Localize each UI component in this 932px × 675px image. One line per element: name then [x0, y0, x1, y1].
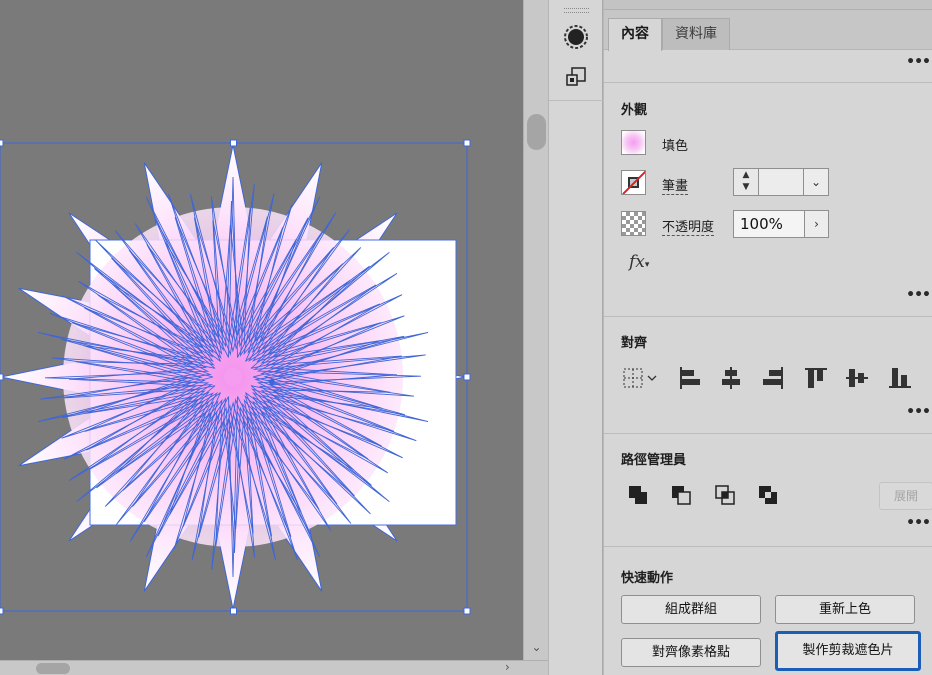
- panel-header-bar: [604, 0, 932, 10]
- grip-handle[interactable]: [564, 8, 589, 13]
- align-hcenter-icon[interactable]: [718, 365, 744, 391]
- scroll-down-arrow-icon[interactable]: ⌄: [524, 640, 549, 654]
- center-dot: [224, 368, 242, 386]
- tool-separator: [549, 100, 604, 101]
- stroke-swatch[interactable]: [621, 170, 646, 195]
- chevron-right-icon[interactable]: ›: [805, 210, 829, 238]
- artwork[interactable]: [0, 0, 523, 660]
- chevron-down-icon[interactable]: ⌄: [803, 168, 829, 196]
- recolor-button[interactable]: 重新上色: [775, 595, 915, 624]
- artboard-canvas[interactable]: [0, 0, 523, 660]
- align-to-pixel-grid-button[interactable]: 對齊像素格點: [621, 638, 761, 667]
- align-top-icon[interactable]: [803, 365, 829, 391]
- divider: [604, 82, 932, 83]
- divider: [604, 546, 932, 547]
- more-options-icon[interactable]: •••: [906, 515, 931, 531]
- center-point: [269, 379, 275, 385]
- fx-effects-icon[interactable]: fx▾: [629, 252, 649, 272]
- opacity-label[interactable]: 不透明度: [662, 216, 715, 236]
- more-options-icon[interactable]: •••: [906, 404, 931, 420]
- stroke-label[interactable]: 筆畫: [662, 175, 689, 195]
- more-options-icon[interactable]: •••: [906, 54, 931, 70]
- minus-front-icon[interactable]: [669, 483, 695, 509]
- align-right-icon[interactable]: [760, 365, 786, 391]
- make-clipping-mask-button[interactable]: 製作剪裁遮色片: [775, 631, 921, 671]
- tab-libraries[interactable]: 資料庫: [662, 18, 730, 50]
- align-left-icon[interactable]: [677, 365, 703, 391]
- vertical-scroll-thumb[interactable]: [527, 114, 546, 150]
- artboard-icon[interactable]: [560, 62, 592, 92]
- intersect-icon[interactable]: [713, 483, 739, 509]
- tab-properties[interactable]: 內容: [608, 18, 662, 51]
- quick-actions-title: 快速動作: [621, 571, 674, 586]
- tool-strip: [548, 0, 604, 675]
- align-vcenter-icon[interactable]: [844, 365, 870, 391]
- fill-swatch[interactable]: [621, 130, 646, 155]
- horizontal-scrollbar[interactable]: ›: [0, 660, 548, 675]
- unite-icon[interactable]: [626, 483, 652, 509]
- vertical-scrollbar[interactable]: ⌄: [523, 0, 548, 660]
- horizontal-scroll-thumb[interactable]: [36, 663, 70, 674]
- group-button[interactable]: 組成群組: [621, 595, 761, 624]
- align-bottom-icon[interactable]: [887, 365, 913, 391]
- appearance-title: 外觀: [621, 103, 648, 118]
- divider: [604, 316, 932, 317]
- panel-tabs: 內容 資料庫: [604, 10, 932, 51]
- stroke-weight-field[interactable]: [759, 168, 803, 196]
- gear-icon[interactable]: [560, 22, 592, 52]
- fill-label: 填色: [662, 139, 689, 154]
- scroll-right-arrow-icon[interactable]: ›: [505, 660, 510, 674]
- opacity-input[interactable]: 100%: [733, 210, 805, 238]
- more-options-icon[interactable]: •••: [906, 287, 931, 303]
- expand-button[interactable]: 展開: [879, 482, 932, 510]
- exclude-icon[interactable]: [756, 483, 782, 509]
- divider: [604, 433, 932, 434]
- align-title: 對齊: [621, 336, 648, 351]
- opacity-swatch: [621, 211, 646, 236]
- stroke-weight-stepper[interactable]: ▲ ▼: [733, 168, 759, 196]
- align-grid-icon[interactable]: [621, 365, 661, 391]
- properties-panel: 內容 資料庫 ••• 外觀 填色 筆畫 ▲ ▼ ⌄ 不透明度 100% › fx▾…: [603, 0, 932, 675]
- pathfinder-title: 路徑管理員: [621, 453, 687, 468]
